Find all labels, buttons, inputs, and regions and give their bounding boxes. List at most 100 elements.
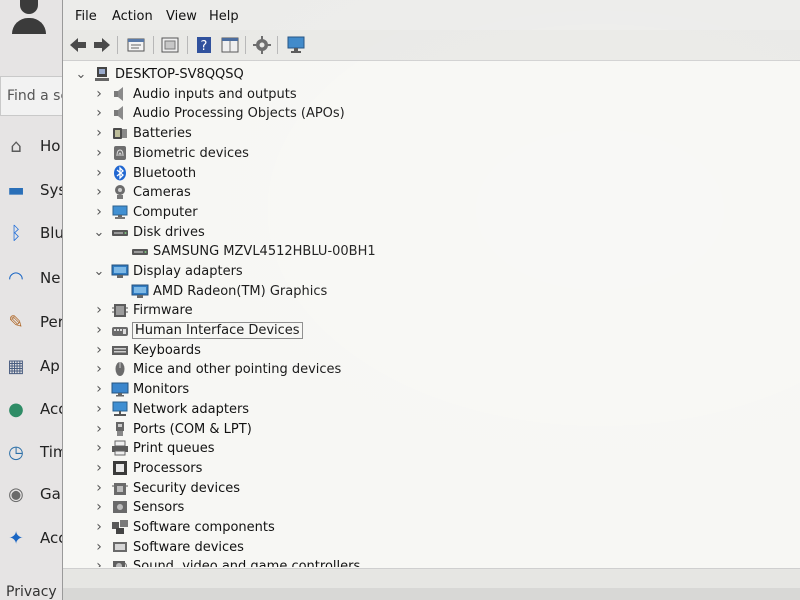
tree-item-label: Firmware: [133, 302, 193, 318]
tree-category[interactable]: › Audio inputs and outputs: [93, 84, 297, 104]
tree-category[interactable]: › Security devices: [93, 478, 240, 498]
chevron-right-icon[interactable]: ›: [93, 440, 105, 456]
chevron-right-icon[interactable]: ›: [93, 519, 105, 535]
menu-bar: File Action View Help: [63, 0, 800, 30]
chevron-right-icon[interactable]: ›: [93, 539, 105, 555]
chevron-right-icon[interactable]: ›: [93, 204, 105, 220]
chevron-right-icon[interactable]: ›: [93, 460, 105, 476]
chevron-down-icon[interactable]: ⌄: [93, 264, 105, 279]
tree-item-label: Security devices: [133, 480, 240, 496]
chevron-right-icon[interactable]: ›: [93, 86, 105, 102]
forward-icon[interactable]: [91, 34, 113, 56]
tree-category[interactable]: › Mice and other pointing devices: [93, 359, 341, 379]
properties-icon[interactable]: [125, 34, 147, 56]
tree-root[interactable]: ⌄ DESKTOP-SV8QQSQ: [75, 64, 244, 84]
settings-nav-item[interactable]: ● Acc: [0, 394, 70, 424]
settings-nav-item[interactable]: ◉ Ga: [0, 479, 70, 509]
chevron-right-icon[interactable]: ›: [93, 361, 105, 377]
tree-category[interactable]: ⌄ Display adapters: [93, 261, 243, 281]
sound-icon: [111, 558, 129, 567]
tree-category[interactable]: › Processors: [93, 458, 202, 478]
settings-nav-label: Per: [40, 313, 64, 331]
settings-nav-label: Blu: [40, 224, 64, 242]
toolbar-separator: [117, 36, 118, 54]
tree-item-label: Ports (COM & LPT): [133, 421, 252, 437]
chevron-right-icon[interactable]: ›: [93, 105, 105, 121]
settings-nav-item[interactable]: ᛒ Blu: [0, 218, 70, 248]
tree-category[interactable]: › Print queues: [93, 438, 214, 458]
tree-category[interactable]: › Cameras: [93, 182, 191, 202]
chevron-down-icon[interactable]: ⌄: [93, 225, 105, 240]
update-driver-icon[interactable]: [251, 34, 273, 56]
settings-nav-item[interactable]: ✦ Acc: [0, 523, 70, 553]
menu-view[interactable]: View: [166, 9, 197, 24]
tree-category[interactable]: › Keyboards: [93, 340, 201, 360]
help-icon[interactable]: ?: [193, 34, 215, 56]
mouse-icon: [111, 361, 129, 377]
settings-nav-item[interactable]: ◷ Tim: [0, 437, 70, 467]
tree-category[interactable]: › Bluetooth: [93, 163, 196, 183]
tree-category[interactable]: › Sound, video and game controllers: [93, 556, 360, 567]
security-icon: [111, 480, 129, 496]
chevron-right-icon[interactable]: ›: [93, 165, 105, 181]
device-tree[interactable]: ⌄ DESKTOP-SV8QQSQ › Audio inputs and output…: [63, 62, 800, 567]
disk-icon: [111, 224, 129, 240]
settings-nav-item[interactable]: ▦ Ap: [0, 351, 70, 381]
tree-device[interactable]: AMD Radeon(TM) Graphics: [113, 281, 327, 301]
chevron-right-icon[interactable]: ›: [93, 401, 105, 417]
tree-item-label: Processors: [133, 460, 203, 476]
tree-category[interactable]: › Software components: [93, 517, 275, 537]
tree-category[interactable]: › Audio Processing Objects (APOs): [93, 103, 345, 123]
tree-category[interactable]: ⌄ Disk drives: [93, 222, 205, 242]
avatar[interactable]: [8, 0, 48, 34]
tree-category[interactable]: › Ports (COM & LPT): [93, 419, 252, 439]
avatar-head: [20, 0, 38, 14]
tree-category[interactable]: › Biometric devices: [93, 143, 249, 163]
menu-action[interactable]: Action: [112, 9, 153, 24]
tree-item-label: Batteries: [133, 125, 192, 141]
settings-nav-item[interactable]: ✎ Per: [0, 307, 70, 337]
tree-category[interactable]: › Batteries: [93, 123, 192, 143]
firmware-icon: [111, 302, 129, 318]
pc-root-icon: [93, 66, 111, 82]
tree-category[interactable]: › Sensors: [93, 497, 184, 517]
chevron-right-icon[interactable]: ›: [93, 184, 105, 200]
tree-category[interactable]: › Network adapters: [93, 399, 249, 419]
chevron-right-icon[interactable]: ›: [93, 322, 105, 338]
settings-nav-label: Ga: [40, 485, 61, 503]
chevron-right-icon[interactable]: ›: [93, 381, 105, 397]
chevron-right-icon[interactable]: ›: [93, 302, 105, 318]
chevron-right-icon[interactable]: ›: [93, 342, 105, 358]
tree-device[interactable]: SAMSUNG MZVL4512HBLU-00BH1: [113, 241, 376, 261]
person-icon: ●: [8, 398, 24, 420]
tree-item-label: Display adapters: [133, 263, 243, 279]
tree-category[interactable]: › Monitors: [93, 379, 189, 399]
chevron-right-icon[interactable]: ›: [93, 145, 105, 161]
tree-category[interactable]: › Software devices: [93, 537, 244, 557]
scan-hardware-icon[interactable]: [285, 34, 307, 56]
show-hidden-icon[interactable]: [159, 34, 181, 56]
bluetooth-icon: [111, 165, 129, 181]
chevron-right-icon[interactable]: ›: [93, 125, 105, 141]
settings-nav-item[interactable]: ◠ Ne: [0, 263, 70, 293]
port-icon: [111, 421, 129, 437]
settings-search-input[interactable]: Find a se: [0, 76, 66, 116]
chevron-right-icon[interactable]: ›: [93, 499, 105, 515]
tree-item-label: Audio inputs and outputs: [133, 86, 297, 102]
back-icon[interactable]: [67, 34, 89, 56]
settings-nav-item[interactable]: ⌂ Ho: [0, 131, 70, 161]
chevron-right-icon[interactable]: ›: [93, 421, 105, 437]
tree-category[interactable]: › Human Interface Devices: [93, 320, 303, 340]
keyboard-icon: [111, 342, 129, 358]
settings-nav-label: Ho: [40, 137, 61, 155]
tree-category[interactable]: › Firmware: [93, 300, 193, 320]
chevron-down-icon[interactable]: ⌄: [75, 67, 87, 82]
tree-category[interactable]: › Computer: [93, 202, 197, 222]
menu-help[interactable]: Help: [209, 9, 239, 24]
action-pane-icon[interactable]: [219, 34, 241, 56]
chevron-right-icon[interactable]: ›: [93, 558, 105, 567]
chevron-right-icon[interactable]: ›: [93, 480, 105, 496]
horizontal-scrollbar[interactable]: [63, 568, 800, 589]
menu-file[interactable]: File: [75, 9, 97, 24]
settings-nav-item[interactable]: ▬ Sys: [0, 175, 70, 205]
